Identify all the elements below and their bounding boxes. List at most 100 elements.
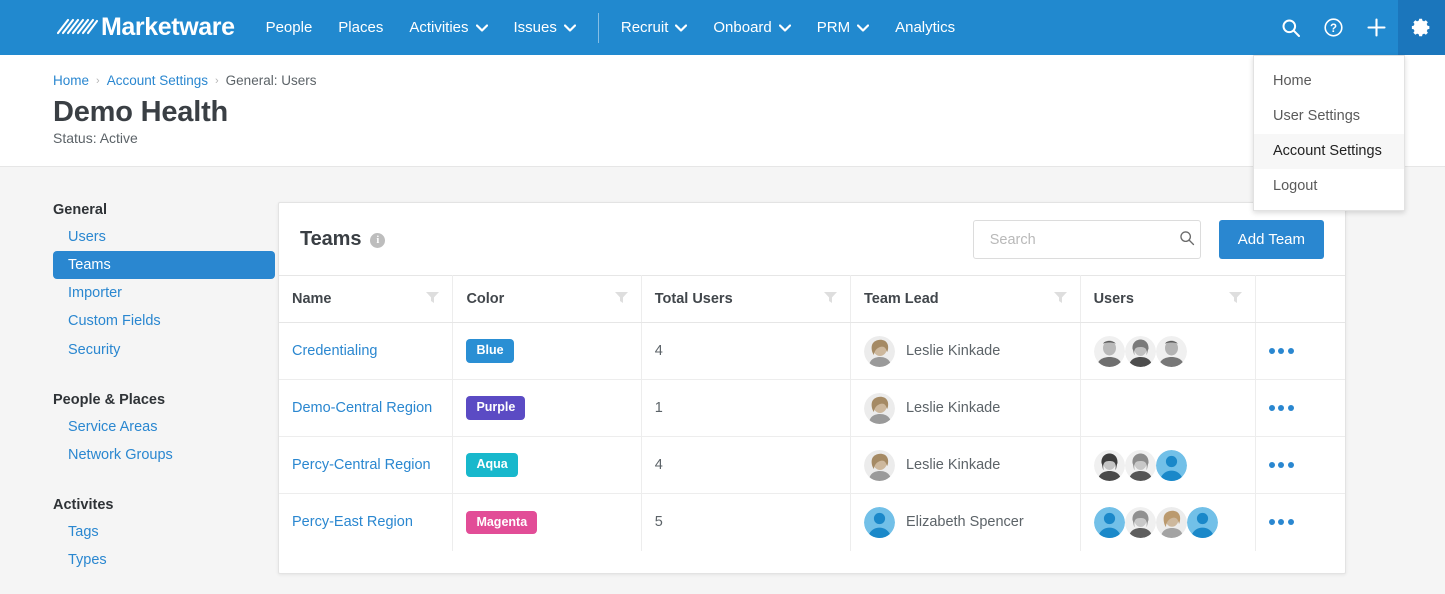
sidebar-item-custom-fields[interactable]: Custom Fields — [53, 307, 278, 335]
nav-item-onboard[interactable]: Onboard — [700, 0, 803, 55]
nav-item-prm[interactable]: PRM — [804, 0, 882, 55]
column-label: Team Lead — [863, 291, 939, 307]
teams-card: Teams i Add Team Name — [278, 202, 1346, 575]
nav-item-recruit[interactable]: Recruit — [608, 0, 701, 55]
color-badge: Aqua — [466, 453, 518, 477]
column-label: Name — [292, 291, 332, 307]
stripes-logo-icon — [56, 16, 99, 39]
top-navigation-bar: Marketware People Places Activities Issu… — [0, 0, 1445, 55]
search-icon[interactable] — [1179, 230, 1195, 249]
sidebar-item-users[interactable]: Users — [53, 223, 278, 251]
dropdown-item-user-settings[interactable]: User Settings — [1254, 99, 1404, 134]
avatar[interactable] — [1093, 335, 1125, 367]
cell-total-users: 1 — [641, 379, 851, 437]
filter-icon[interactable] — [1228, 290, 1243, 308]
more-options-icon[interactable] — [1268, 405, 1332, 411]
column-header-name[interactable]: Name — [279, 275, 454, 323]
avatar[interactable] — [1124, 449, 1156, 481]
teams-table: Name Color Total Users Team Lead Users C… — [279, 275, 1345, 551]
column-header-users[interactable]: Users — [1080, 275, 1256, 323]
cell-actions — [1255, 436, 1345, 494]
team-name-link[interactable]: Percy-East Region — [292, 514, 413, 530]
sidebar-item-service-areas[interactable]: Service Areas — [53, 413, 278, 441]
teams-table-header: Name Color Total Users Team Lead Users — [279, 275, 1345, 323]
breadcrumb-account-settings[interactable]: Account Settings — [107, 73, 208, 88]
search-input[interactable] — [987, 230, 1179, 249]
cell-team-name: Percy-East Region — [279, 493, 454, 551]
column-header-total-users[interactable]: Total Users — [641, 275, 851, 323]
nav-item-issues[interactable]: Issues — [501, 0, 589, 55]
filter-icon[interactable] — [614, 290, 629, 308]
breadcrumb-separator: › — [96, 74, 100, 87]
column-label: Users — [1093, 291, 1134, 307]
placeholder-avatar[interactable] — [1155, 449, 1187, 481]
nav-item-places[interactable]: Places — [325, 0, 396, 55]
cell-users — [1080, 322, 1256, 380]
cell-actions — [1255, 379, 1345, 437]
search-box[interactable] — [972, 220, 1201, 259]
column-header-team-lead[interactable]: Team Lead — [850, 275, 1081, 323]
cell-total-users: 4 — [641, 322, 851, 380]
placeholder-avatar[interactable] — [1093, 506, 1125, 538]
nav-label: PRM — [816, 19, 851, 36]
dropdown-item-home[interactable]: Home — [1254, 64, 1404, 99]
table-row: Percy-Central Region Aqua 4 Leslie Kinka… — [279, 436, 1345, 494]
more-options-icon[interactable] — [1268, 462, 1332, 468]
cell-team-name: Percy-Central Region — [279, 436, 454, 494]
sidebar-item-importer[interactable]: Importer — [53, 279, 278, 307]
avatar[interactable] — [1124, 335, 1156, 367]
avatar[interactable] — [1155, 506, 1187, 538]
table-row: Percy-East Region Magenta 5 Elizabeth Sp… — [279, 493, 1345, 551]
gear-icon[interactable] — [1398, 0, 1445, 55]
user-avatar-stack — [1093, 335, 1242, 367]
svg-text:?: ? — [1330, 23, 1337, 35]
avatar — [863, 335, 895, 367]
sidebar-item-types[interactable]: Types — [53, 546, 278, 574]
breadcrumb-separator: › — [215, 74, 219, 87]
nav-label: People — [265, 19, 313, 36]
more-options-icon[interactable] — [1268, 348, 1332, 354]
add-team-button[interactable]: Add Team — [1218, 220, 1324, 259]
page-header: Home › Account Settings › General: Users… — [0, 55, 1445, 167]
cell-color: Magenta — [452, 493, 642, 551]
filter-icon[interactable] — [823, 290, 838, 308]
sidebar-item-teams[interactable]: Teams — [53, 251, 275, 280]
chevron-down-icon — [857, 19, 870, 36]
placeholder-avatar — [863, 506, 895, 538]
add-icon[interactable] — [1355, 0, 1398, 55]
breadcrumb-current: General: Users — [225, 73, 317, 88]
brand-logo[interactable]: Marketware — [56, 15, 235, 40]
nav-divider — [597, 12, 599, 43]
avatar[interactable] — [1155, 335, 1187, 367]
sidebar-group-people-places: People & Places — [53, 391, 166, 408]
team-name-link[interactable]: Credentialing — [292, 343, 377, 359]
filter-icon[interactable] — [425, 290, 440, 308]
placeholder-avatar[interactable] — [1186, 506, 1218, 538]
avatar[interactable] — [1093, 449, 1125, 481]
cell-team-lead: Leslie Kinkade — [850, 322, 1081, 380]
nav-label: Recruit — [620, 19, 669, 36]
sidebar-item-security[interactable]: Security — [53, 336, 278, 364]
team-name-link[interactable]: Demo-Central Region — [292, 400, 432, 416]
sidebar-item-network-groups[interactable]: Network Groups — [53, 441, 278, 469]
search-icon[interactable] — [1269, 0, 1312, 55]
avatar[interactable] — [1124, 506, 1156, 538]
sidebar-item-tags[interactable]: Tags — [53, 518, 278, 546]
avatar — [863, 392, 895, 424]
page-title: Demo Health — [53, 96, 229, 128]
filter-icon[interactable] — [1053, 290, 1068, 308]
team-name-link[interactable]: Percy-Central Region — [292, 457, 431, 473]
breadcrumb: Home › Account Settings › General: Users — [53, 73, 1445, 88]
dropdown-item-logout[interactable]: Logout — [1254, 169, 1404, 204]
nav-item-analytics[interactable]: Analytics — [882, 0, 968, 55]
breadcrumb-home[interactable]: Home — [53, 73, 89, 88]
more-options-icon[interactable] — [1268, 519, 1332, 526]
user-avatar-stack — [1093, 506, 1242, 538]
dropdown-item-account-settings[interactable]: Account Settings — [1254, 134, 1404, 170]
info-icon[interactable]: i — [370, 233, 386, 248]
help-icon[interactable]: ? — [1312, 0, 1355, 55]
nav-item-people[interactable]: People — [253, 0, 326, 55]
main-content-area: General Users Teams Importer Custom Fiel… — [0, 167, 1445, 575]
column-header-color[interactable]: Color — [452, 275, 642, 323]
nav-item-activities[interactable]: Activities — [396, 0, 500, 55]
